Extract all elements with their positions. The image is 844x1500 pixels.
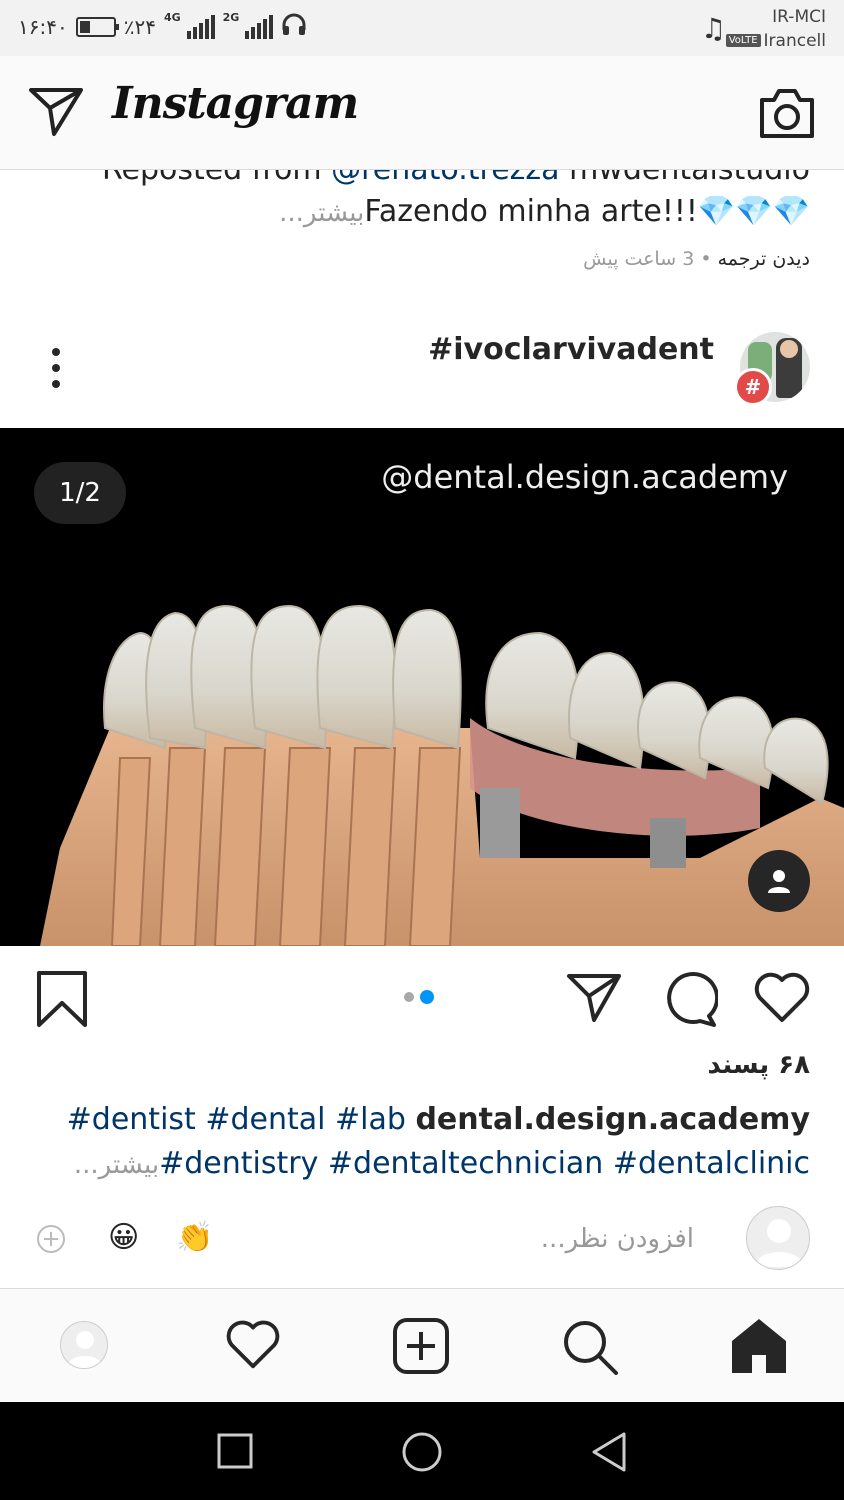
- tagged-users-button[interactable]: [748, 850, 810, 912]
- add-circle-icon[interactable]: [36, 1224, 66, 1258]
- battery-icon: [75, 16, 119, 37]
- profile-icon[interactable]: [60, 1321, 108, 1369]
- status-left: ۱۶:۴۰ ٪۲۴ 4G 2G: [18, 12, 307, 41]
- caption-tags-2[interactable]: #dentistry #dentaltechnician #dentalclin…: [159, 1146, 810, 1181]
- more-options-icon[interactable]: [46, 348, 66, 388]
- camera-icon[interactable]: [758, 86, 816, 144]
- carousel-dot-2: [420, 990, 434, 1004]
- carrier-1: IR-MCI: [772, 7, 826, 27]
- search-icon[interactable]: [560, 1317, 620, 1381]
- caption-line-1: #dentist #dental #lab dental.design.acad…: [30, 1098, 810, 1142]
- carrier-info: IR-MCI VoLTE Irancell: [725, 5, 826, 53]
- clock: ۱۶:۴۰: [18, 14, 68, 39]
- see-translation-link[interactable]: دیدن ترجمه: [718, 248, 810, 270]
- caption-text: Fazendo minha arte!!!💎💎💎: [364, 194, 810, 229]
- carousel-indicator: [404, 990, 434, 1004]
- post-caption: #dentist #dental #lab dental.design.acad…: [30, 1098, 810, 1187]
- emoji-grin[interactable]: 😀: [108, 1220, 139, 1255]
- activity-heart-icon[interactable]: [224, 1317, 282, 1375]
- comment-icon[interactable]: [660, 970, 720, 1032]
- app-header: Instagram: [0, 56, 844, 170]
- repost-suffix: mwdentalstudio: [560, 170, 810, 187]
- caption-line-2: ...بیشتر#dentistry #dentaltechnician #de…: [30, 1142, 810, 1187]
- meta-separator: •: [700, 248, 712, 270]
- carrier-2: Irancell: [763, 31, 826, 51]
- recents-icon[interactable]: [216, 1432, 254, 1474]
- post-username[interactable]: #ivoclarvivadent: [428, 332, 714, 367]
- direct-message-icon[interactable]: [28, 86, 84, 142]
- post-header: #ivoclarvivadent #: [0, 320, 844, 428]
- android-navigation-bar: [0, 1402, 844, 1500]
- signal-icon: [186, 14, 215, 39]
- status-bar: ۱۶:۴۰ ٪۲۴ 4G 2G ♫ IR-MCI VoLTE Irancell: [0, 0, 844, 56]
- home-icon[interactable]: [730, 1317, 788, 1379]
- repost-prefix: Reposted from: [102, 170, 331, 187]
- emoji-clap[interactable]: 👏: [176, 1220, 213, 1255]
- back-icon[interactable]: [588, 1430, 630, 1478]
- caption-username[interactable]: dental.design.academy: [415, 1102, 810, 1137]
- previous-post-caption: Reposted from @renato.trezza mwdentalstu…: [0, 170, 844, 298]
- likes-count[interactable]: ۶۸ پسند: [707, 1050, 810, 1080]
- share-icon[interactable]: [566, 970, 622, 1028]
- hashtag-badge: #: [734, 368, 772, 406]
- caption-more-link[interactable]: ...بیشتر: [74, 1150, 159, 1180]
- volte-badge: VoLTE: [725, 34, 761, 47]
- post-avatar[interactable]: #: [734, 332, 810, 406]
- instagram-logo[interactable]: Instagram: [112, 78, 359, 129]
- bottom-navigation: [0, 1288, 844, 1402]
- post-media[interactable]: 1/2 @dental.design.academy: [0, 428, 844, 946]
- battery-level: ٪۲۴: [123, 14, 156, 39]
- headphones-icon: [281, 12, 307, 41]
- add-comment-row: 😀 👏: [0, 1196, 844, 1282]
- caption-line: ...بیشترFazendo minha arte!!!💎💎💎: [279, 194, 810, 229]
- image-watermark: @dental.design.academy: [381, 458, 788, 496]
- network-type-2: 2G: [222, 11, 240, 24]
- post-actions: [0, 946, 844, 1050]
- home-circle-icon[interactable]: [400, 1430, 444, 1478]
- more-link[interactable]: ...بیشتر: [279, 198, 364, 228]
- comment-input[interactable]: [374, 1216, 694, 1262]
- music-note-icon: ♫: [700, 12, 726, 45]
- bookmark-icon[interactable]: [36, 970, 88, 1032]
- network-type-1: 4G: [163, 11, 181, 24]
- caption-tags-1[interactable]: #dentist #dental #lab: [67, 1102, 406, 1137]
- time-ago: 3 ساعت پیش: [583, 248, 695, 270]
- my-avatar: [746, 1206, 810, 1270]
- media-counter: 1/2: [34, 462, 126, 524]
- repost-link[interactable]: @renato.trezza: [331, 170, 559, 187]
- new-post-icon[interactable]: [392, 1317, 450, 1379]
- carousel-dot-1: [404, 992, 414, 1002]
- post-meta: دیدن ترجمه • 3 ساعت پیش: [583, 248, 810, 270]
- dental-bridge-photo: [40, 604, 844, 946]
- like-heart-icon[interactable]: [752, 970, 812, 1028]
- repost-line: Reposted from @renato.trezza mwdentalstu…: [102, 170, 810, 187]
- person-icon: [768, 870, 790, 893]
- signal-icon-2: [245, 14, 274, 39]
